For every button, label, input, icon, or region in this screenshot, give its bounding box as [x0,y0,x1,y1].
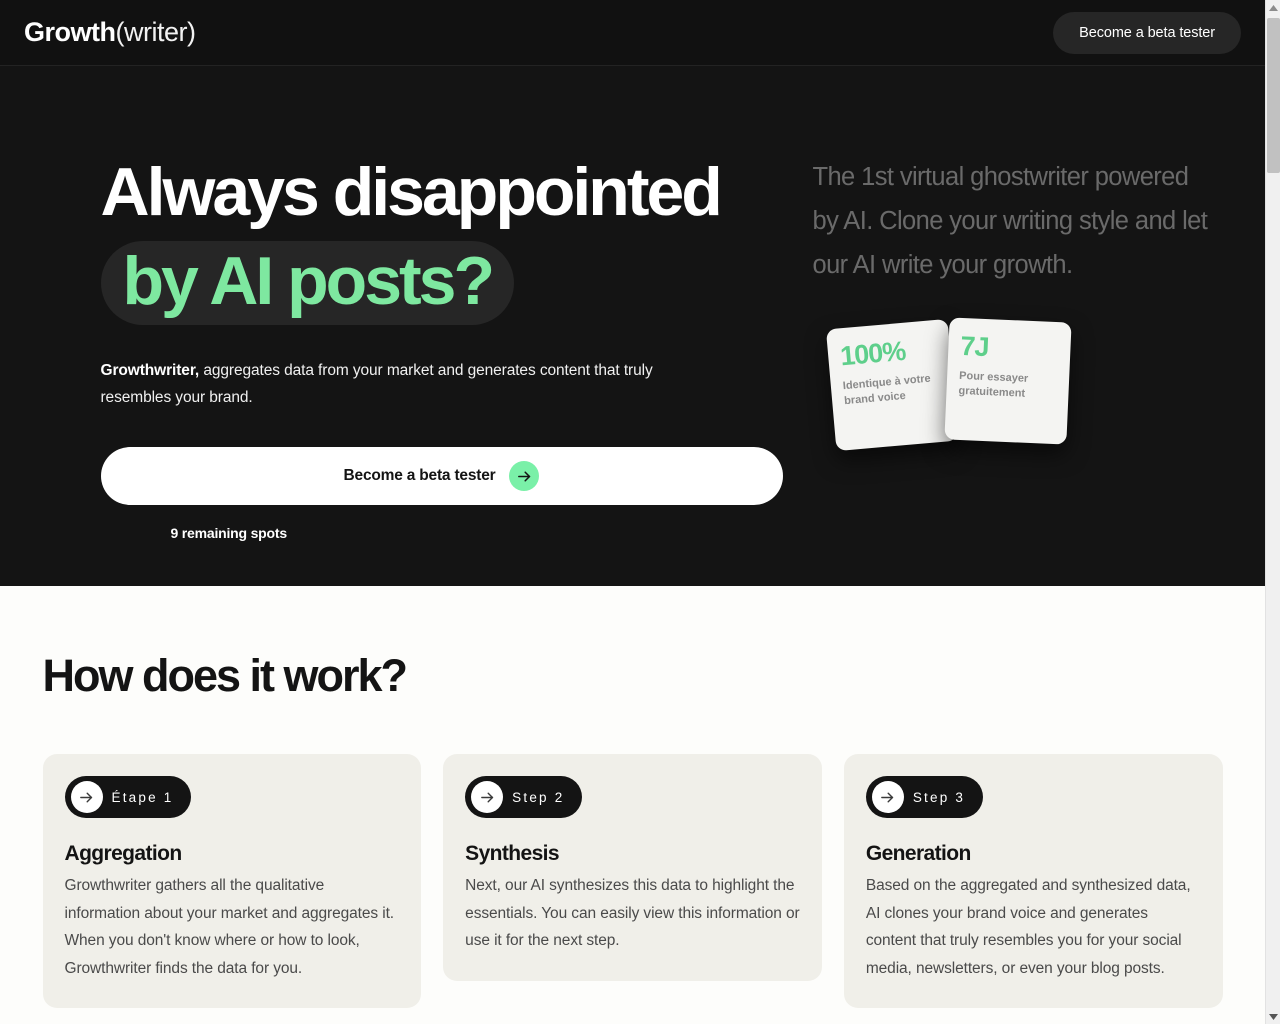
step-body: Next, our AI synthesizes this data to hi… [465,877,800,950]
step-card-aggregation: Étape 1 Aggregation Growthwriter gathers… [42,754,422,1009]
stat-card-value: 7J [959,330,989,362]
header-beta-tester-button[interactable]: Become a beta tester [1053,11,1241,54]
arrow-right-icon [471,781,504,813]
step-heading: Synthesis [465,842,559,865]
headline-line-1: Always disappointed [100,154,723,230]
step-badge: Étape 1 [64,776,192,818]
how-it-works-title: How does it work? [42,650,409,701]
hero-cta-wrap: Become a beta tester 9 remaining spots [100,447,801,542]
step-card-synthesis: Step 2 Synthesis Next, our AI synthesize… [443,754,822,981]
hero-tagline: The 1st virtual ghostwriter powered by A… [812,163,1208,279]
vertical-scrollbar[interactable] [1265,0,1280,1024]
logo-text-strong: Growth [24,17,116,47]
step-body: Based on the aggregated and synthesized … [865,877,1191,977]
step-body: Growthwriter gathers all the qualitative… [64,877,395,977]
how-it-works-container: How does it work? Étape 1 Aggregation Gr… [42,586,1223,1009]
hero-beta-tester-button[interactable]: Become a beta tester [100,447,783,506]
stat-card-caption: Pour essayer gratuitement [957,369,1028,399]
step-badge: Step 3 [865,776,984,818]
page-root: Growth (writer) Become a beta tester Alwa… [0,0,1280,1024]
stat-card: 100% Identique à votre brand voice [825,318,958,451]
hero-left-column: Always disappointed by AI posts? Growthw… [100,158,801,542]
stat-cards-group: 100% Identique à votre brand voice 7J Po… [823,316,1073,451]
site-header: Growth (writer) Become a beta tester [0,0,1265,66]
remaining-spots-label: 9 remaining spots [170,525,288,542]
hero-container: Always disappointed by AI posts? Growthw… [43,66,1223,586]
hero-right-column: The 1st virtual ghostwriter powered by A… [812,156,1213,451]
step-card-generation: Step 3 Generation Based on the aggregate… [843,754,1223,1009]
steps-grid: Étape 1 Aggregation Growthwriter gathers… [42,754,1223,1009]
triangle-down-icon[interactable] [1266,1009,1280,1024]
brand-logo[interactable]: Growth (writer) [24,17,196,48]
page-title: Always disappointed by AI posts? [100,158,801,325]
step-badge-label: Step 2 [512,789,565,805]
step-badge-label: Étape 1 [111,789,174,805]
step-heading: Generation [865,842,971,865]
how-it-works-section: How does it work? Étape 1 Aggregation Gr… [0,586,1265,1009]
browser-viewport: Growth (writer) Become a beta tester Alwa… [0,0,1265,1024]
step-heading: Aggregation [64,842,183,865]
stat-card-caption: Identique à votre brand voice [841,371,931,407]
arrow-right-icon [509,461,540,492]
logo-text-light: (writer) [115,17,196,47]
hero-cta-label: Become a beta tester [343,467,496,485]
arrow-right-icon [871,781,904,813]
hero-section: Always disappointed by AI posts? Growthw… [0,66,1265,586]
arrow-right-icon [70,781,103,813]
hero-subtext-brand: Growthwriter, [100,362,200,379]
hero-subtext: Growthwriter, aggregates data from your … [101,357,661,411]
headline-line-2-highlight: by AI posts? [100,241,515,325]
triangle-up-icon[interactable] [1266,0,1280,15]
stat-card: 7J Pour essayer gratuitement [943,316,1072,445]
step-badge-label: Step 3 [912,789,966,805]
step-badge: Step 2 [465,776,583,818]
scrollbar-thumb[interactable] [1267,18,1280,173]
stat-card-value: 100% [838,335,906,371]
